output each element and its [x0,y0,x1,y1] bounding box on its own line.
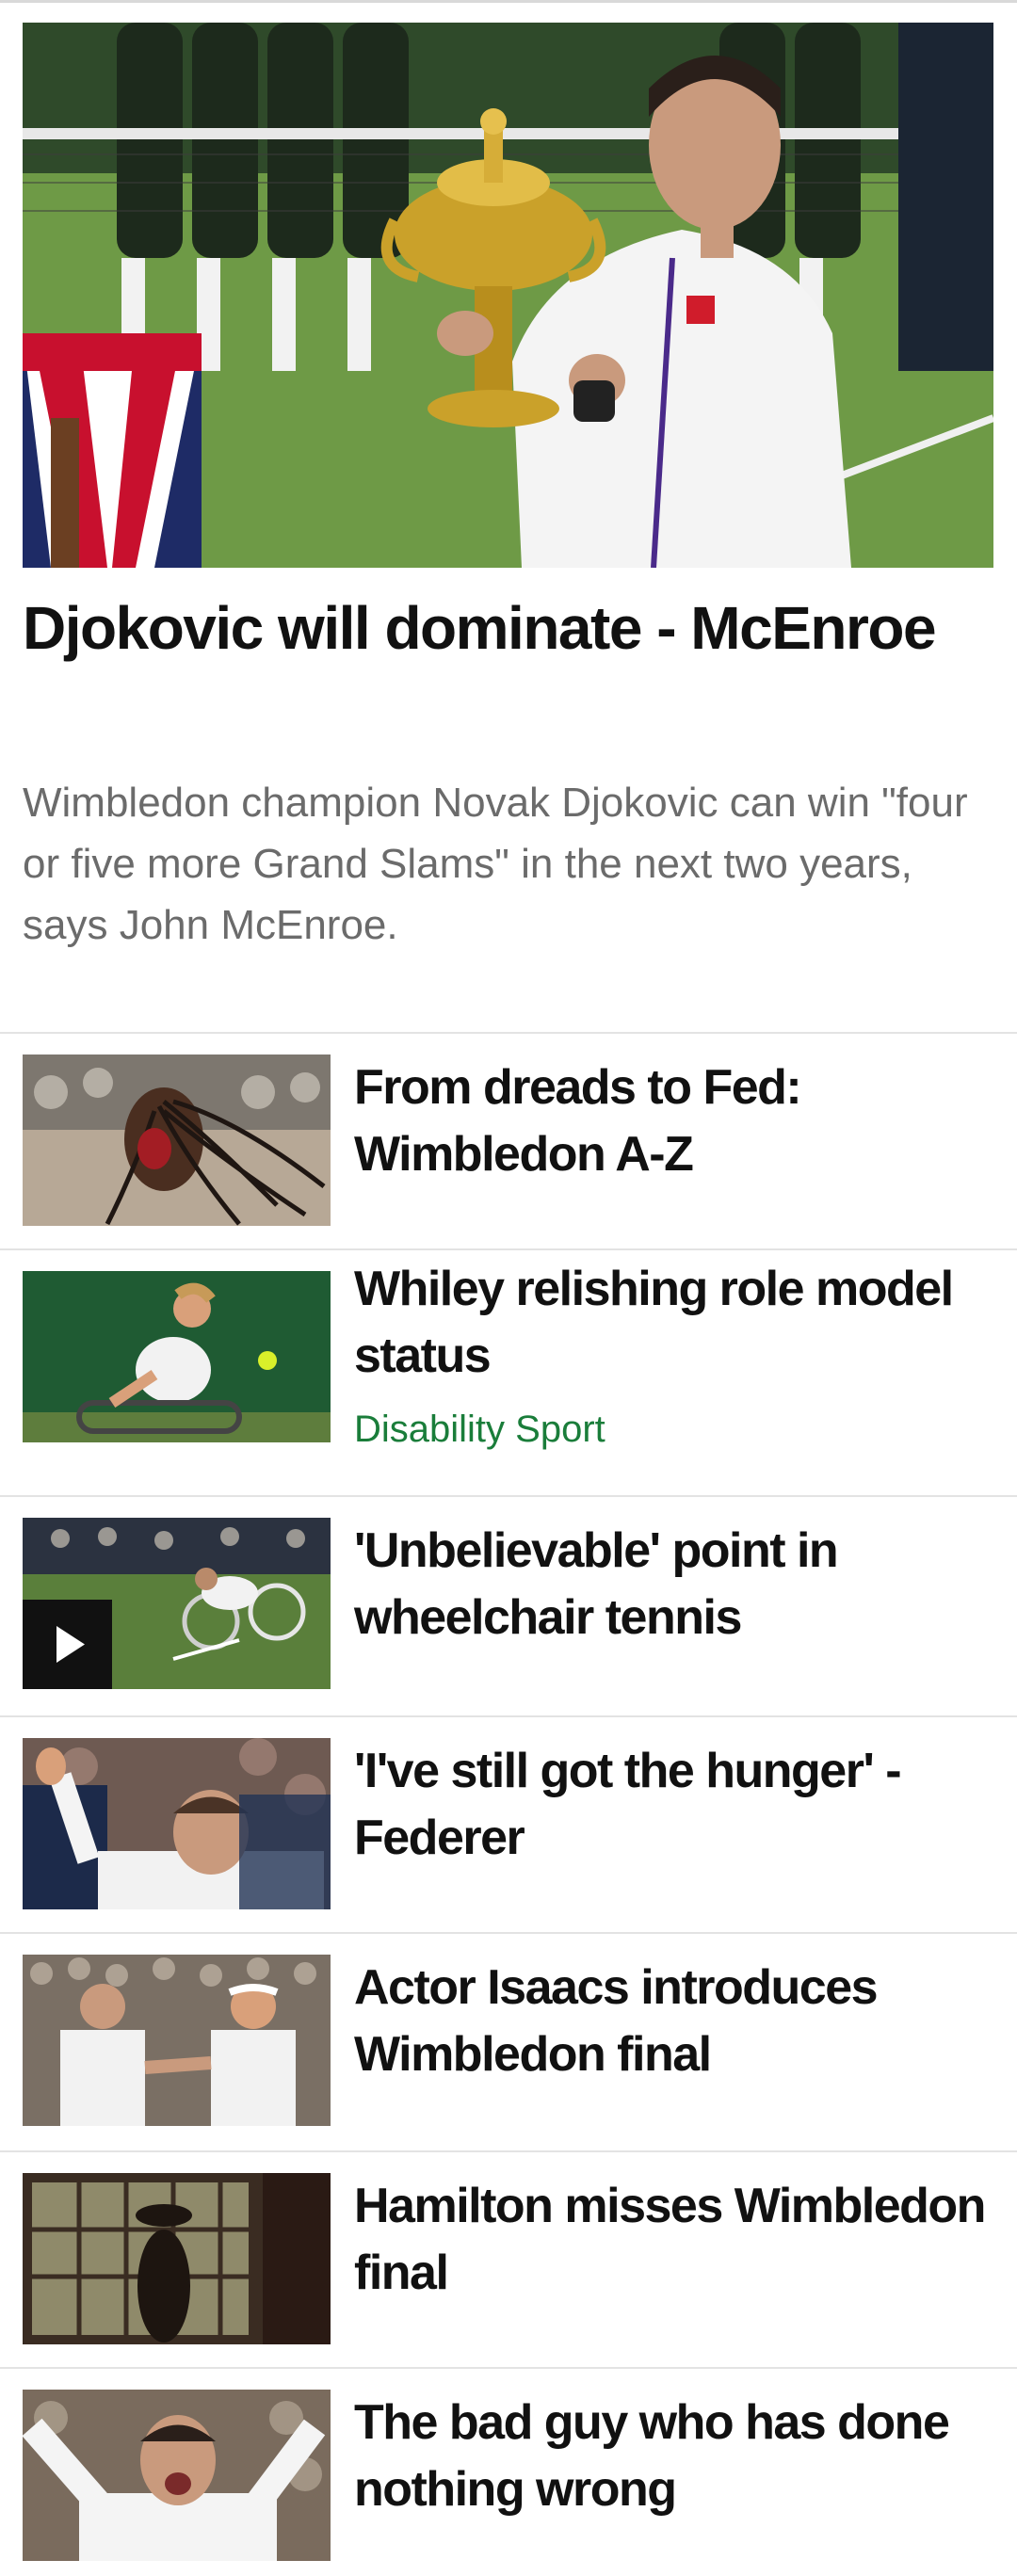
lead-story-summary: Wimbledon champion Novak Djokovic can wi… [23,780,968,948]
list-item[interactable]: 'Unbelievable' point in wheelchair tenni… [0,1497,1017,1715]
list-item[interactable]: The bad guy who has done nothing wrong [0,2369,1017,2576]
story-thumbnail [23,1518,331,1689]
list-item[interactable]: Whiley relishing role model status Disab… [0,1250,1017,1495]
story-headline[interactable]: Whiley relishing role model status [354,1256,985,1390]
story-headline[interactable]: From dreads to Fed: Wimbledon A-Z [354,1055,985,1188]
story-thumbnail [23,1738,331,1909]
lead-story-headline[interactable]: Djokovic will dominate - McEnroe [23,588,983,668]
story-headline[interactable]: Actor Isaacs introduces Wimbledon final [354,1955,985,2088]
story-thumbnail [23,1271,331,1442]
list-item[interactable]: Hamilton misses Wimbledon final [0,2152,1017,2367]
story-thumbnail [23,2390,331,2561]
video-play-badge[interactable] [23,1600,112,1689]
story-headline[interactable]: 'Unbelievable' point in wheelchair tenni… [354,1518,985,1651]
list-item[interactable]: Actor Isaacs introduces Wimbledon final [0,1934,1017,2150]
list-item[interactable]: From dreads to Fed: Wimbledon A-Z [0,1034,1017,1248]
story-category-tag[interactable]: Disability Sport [354,1407,605,1452]
play-icon [56,1626,85,1663]
story-headline[interactable]: 'I've still got the hunger' - Federer [354,1738,985,1872]
lead-story-image[interactable] [23,23,993,568]
story-headline[interactable]: Hamilton misses Wimbledon final [354,2173,986,2307]
story-thumbnail [23,1955,331,2126]
list-item[interactable]: 'I've still got the hunger' - Federer [0,1717,1017,1932]
story-thumbnail [23,1055,331,1226]
top-divider [0,0,1017,3]
story-thumbnail [23,2173,331,2344]
story-headline[interactable]: The bad guy who has done nothing wrong [354,2390,985,2523]
